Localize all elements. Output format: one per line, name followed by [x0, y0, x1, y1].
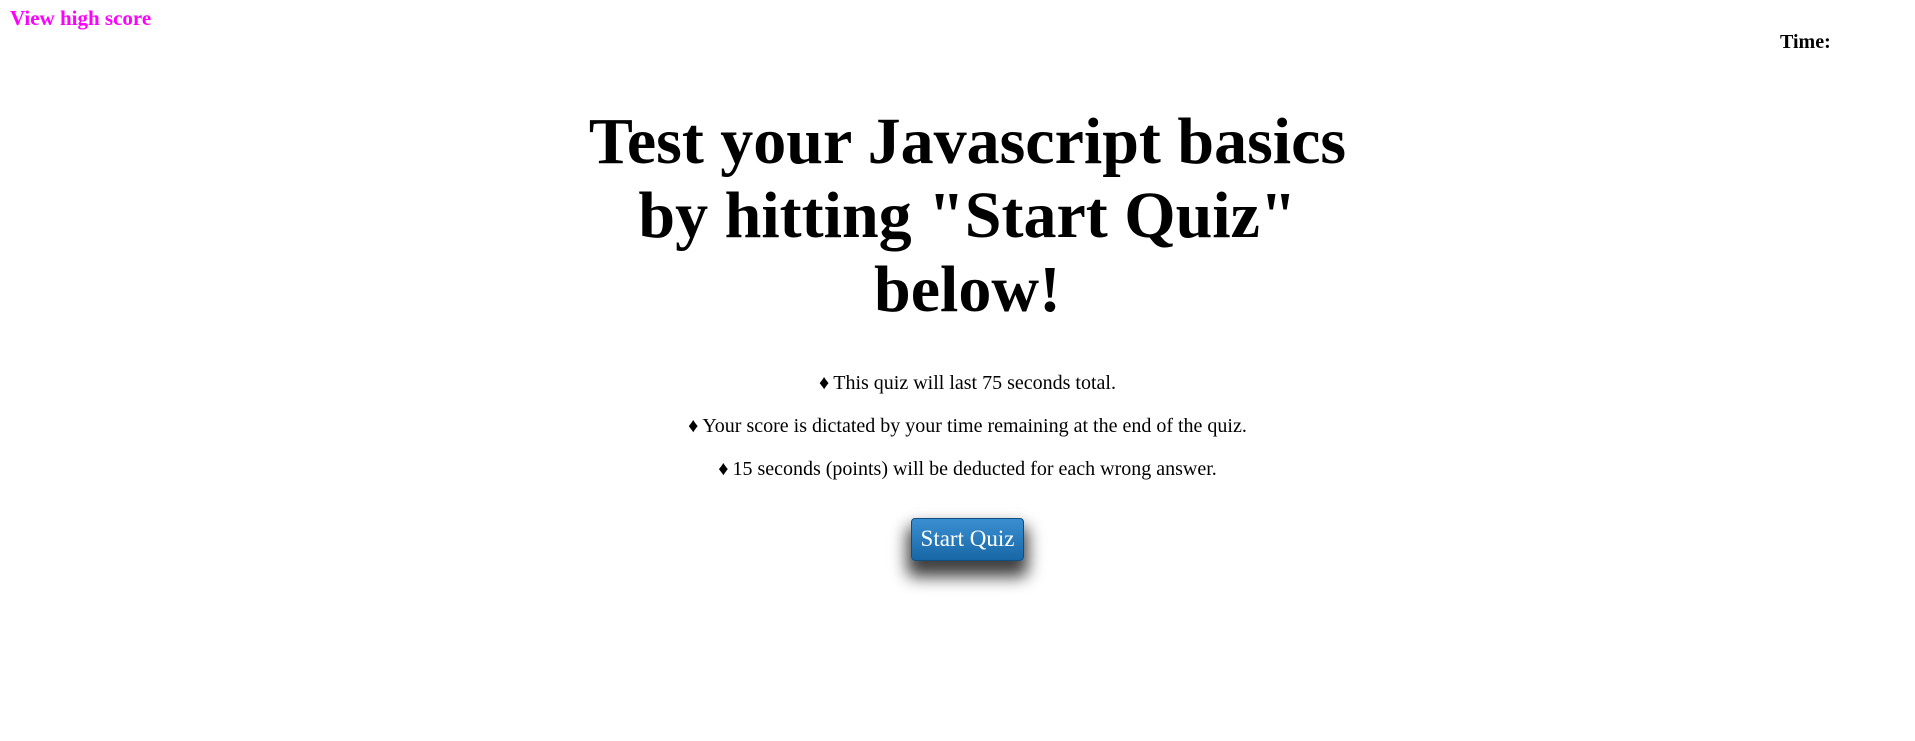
- view-high-score-link[interactable]: View high score: [10, 6, 151, 31]
- diamond-bullet-icon: ♦: [819, 372, 830, 394]
- timer: Time:: [1780, 30, 1837, 54]
- rule-text: This quiz will last 75 seconds total.: [833, 372, 1116, 394]
- intro-section: Test your Javascript basics by hitting "…: [0, 105, 1915, 561]
- timer-label: Time:: [1780, 31, 1831, 53]
- rule-text: 15 seconds (points) will be deducted for…: [732, 458, 1217, 480]
- diamond-bullet-icon: ♦: [688, 415, 699, 437]
- list-item: ♦ This quiz will last 75 seconds total.: [0, 372, 1915, 395]
- page-title: Test your Javascript basics by hitting "…: [588, 105, 1347, 326]
- diamond-bullet-icon: ♦: [718, 458, 729, 480]
- rule-text: Your score is dictated by your time rema…: [702, 415, 1247, 437]
- list-item: ♦ 15 seconds (points) will be deducted fo…: [0, 458, 1915, 481]
- start-quiz-button[interactable]: Start Quiz: [910, 518, 1025, 561]
- list-item: ♦ Your score is dictated by your time rem…: [0, 415, 1915, 438]
- rules-list: ♦ This quiz will last 75 seconds total. ♦…: [0, 372, 1915, 481]
